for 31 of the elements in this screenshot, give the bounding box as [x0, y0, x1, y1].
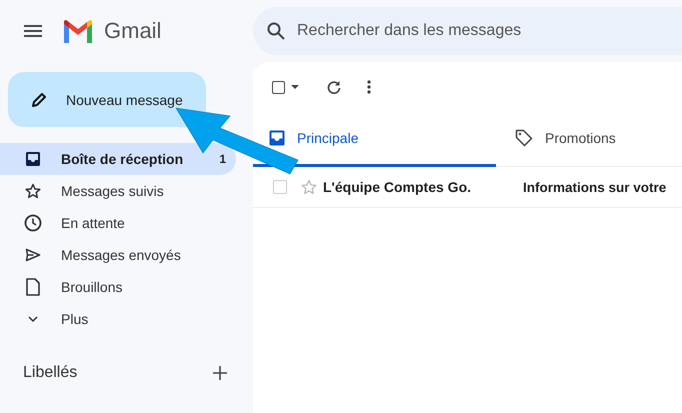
sender-name: L'équipe Comptes Go.	[323, 179, 472, 195]
unread-count: 1	[219, 152, 226, 166]
search-field[interactable]: Rechercher dans les messages	[253, 7, 682, 55]
inbox-icon	[269, 130, 285, 146]
row-checkbox[interactable]	[273, 180, 287, 194]
more-icon[interactable]	[367, 80, 371, 94]
nav-item[interactable]: Plus	[0, 303, 236, 335]
plus-icon[interactable]	[213, 366, 227, 380]
document-icon	[24, 278, 42, 296]
message-subject: Informations sur votre	[523, 180, 666, 194]
inbox-icon	[24, 151, 42, 167]
pencil-icon	[30, 90, 48, 108]
star-icon[interactable]	[301, 179, 317, 195]
compose-button[interactable]: Nouveau message	[8, 72, 206, 127]
section-title: Libellés	[23, 364, 78, 382]
select-all-checkbox[interactable]	[272, 80, 285, 94]
send-icon	[24, 248, 42, 262]
refresh-icon[interactable]	[327, 80, 341, 94]
logo-icon	[62, 19, 94, 43]
nav-item[interactable]: Messages envoyés	[0, 239, 236, 271]
star-icon	[24, 183, 42, 199]
caret-icon[interactable]	[291, 84, 299, 90]
tab[interactable]: Promotions	[496, 112, 682, 167]
menu-icon[interactable]	[24, 25, 42, 37]
nav-item[interactable]: Boîte de réception 1	[0, 143, 236, 175]
tag-icon	[515, 129, 533, 147]
nav-item[interactable]: En attente	[0, 207, 236, 239]
app-name: Gmail	[104, 18, 162, 44]
nav-item[interactable]: Brouillons	[0, 271, 236, 303]
clock-icon	[24, 214, 42, 232]
nav-item[interactable]: Messages suivis	[0, 175, 236, 207]
